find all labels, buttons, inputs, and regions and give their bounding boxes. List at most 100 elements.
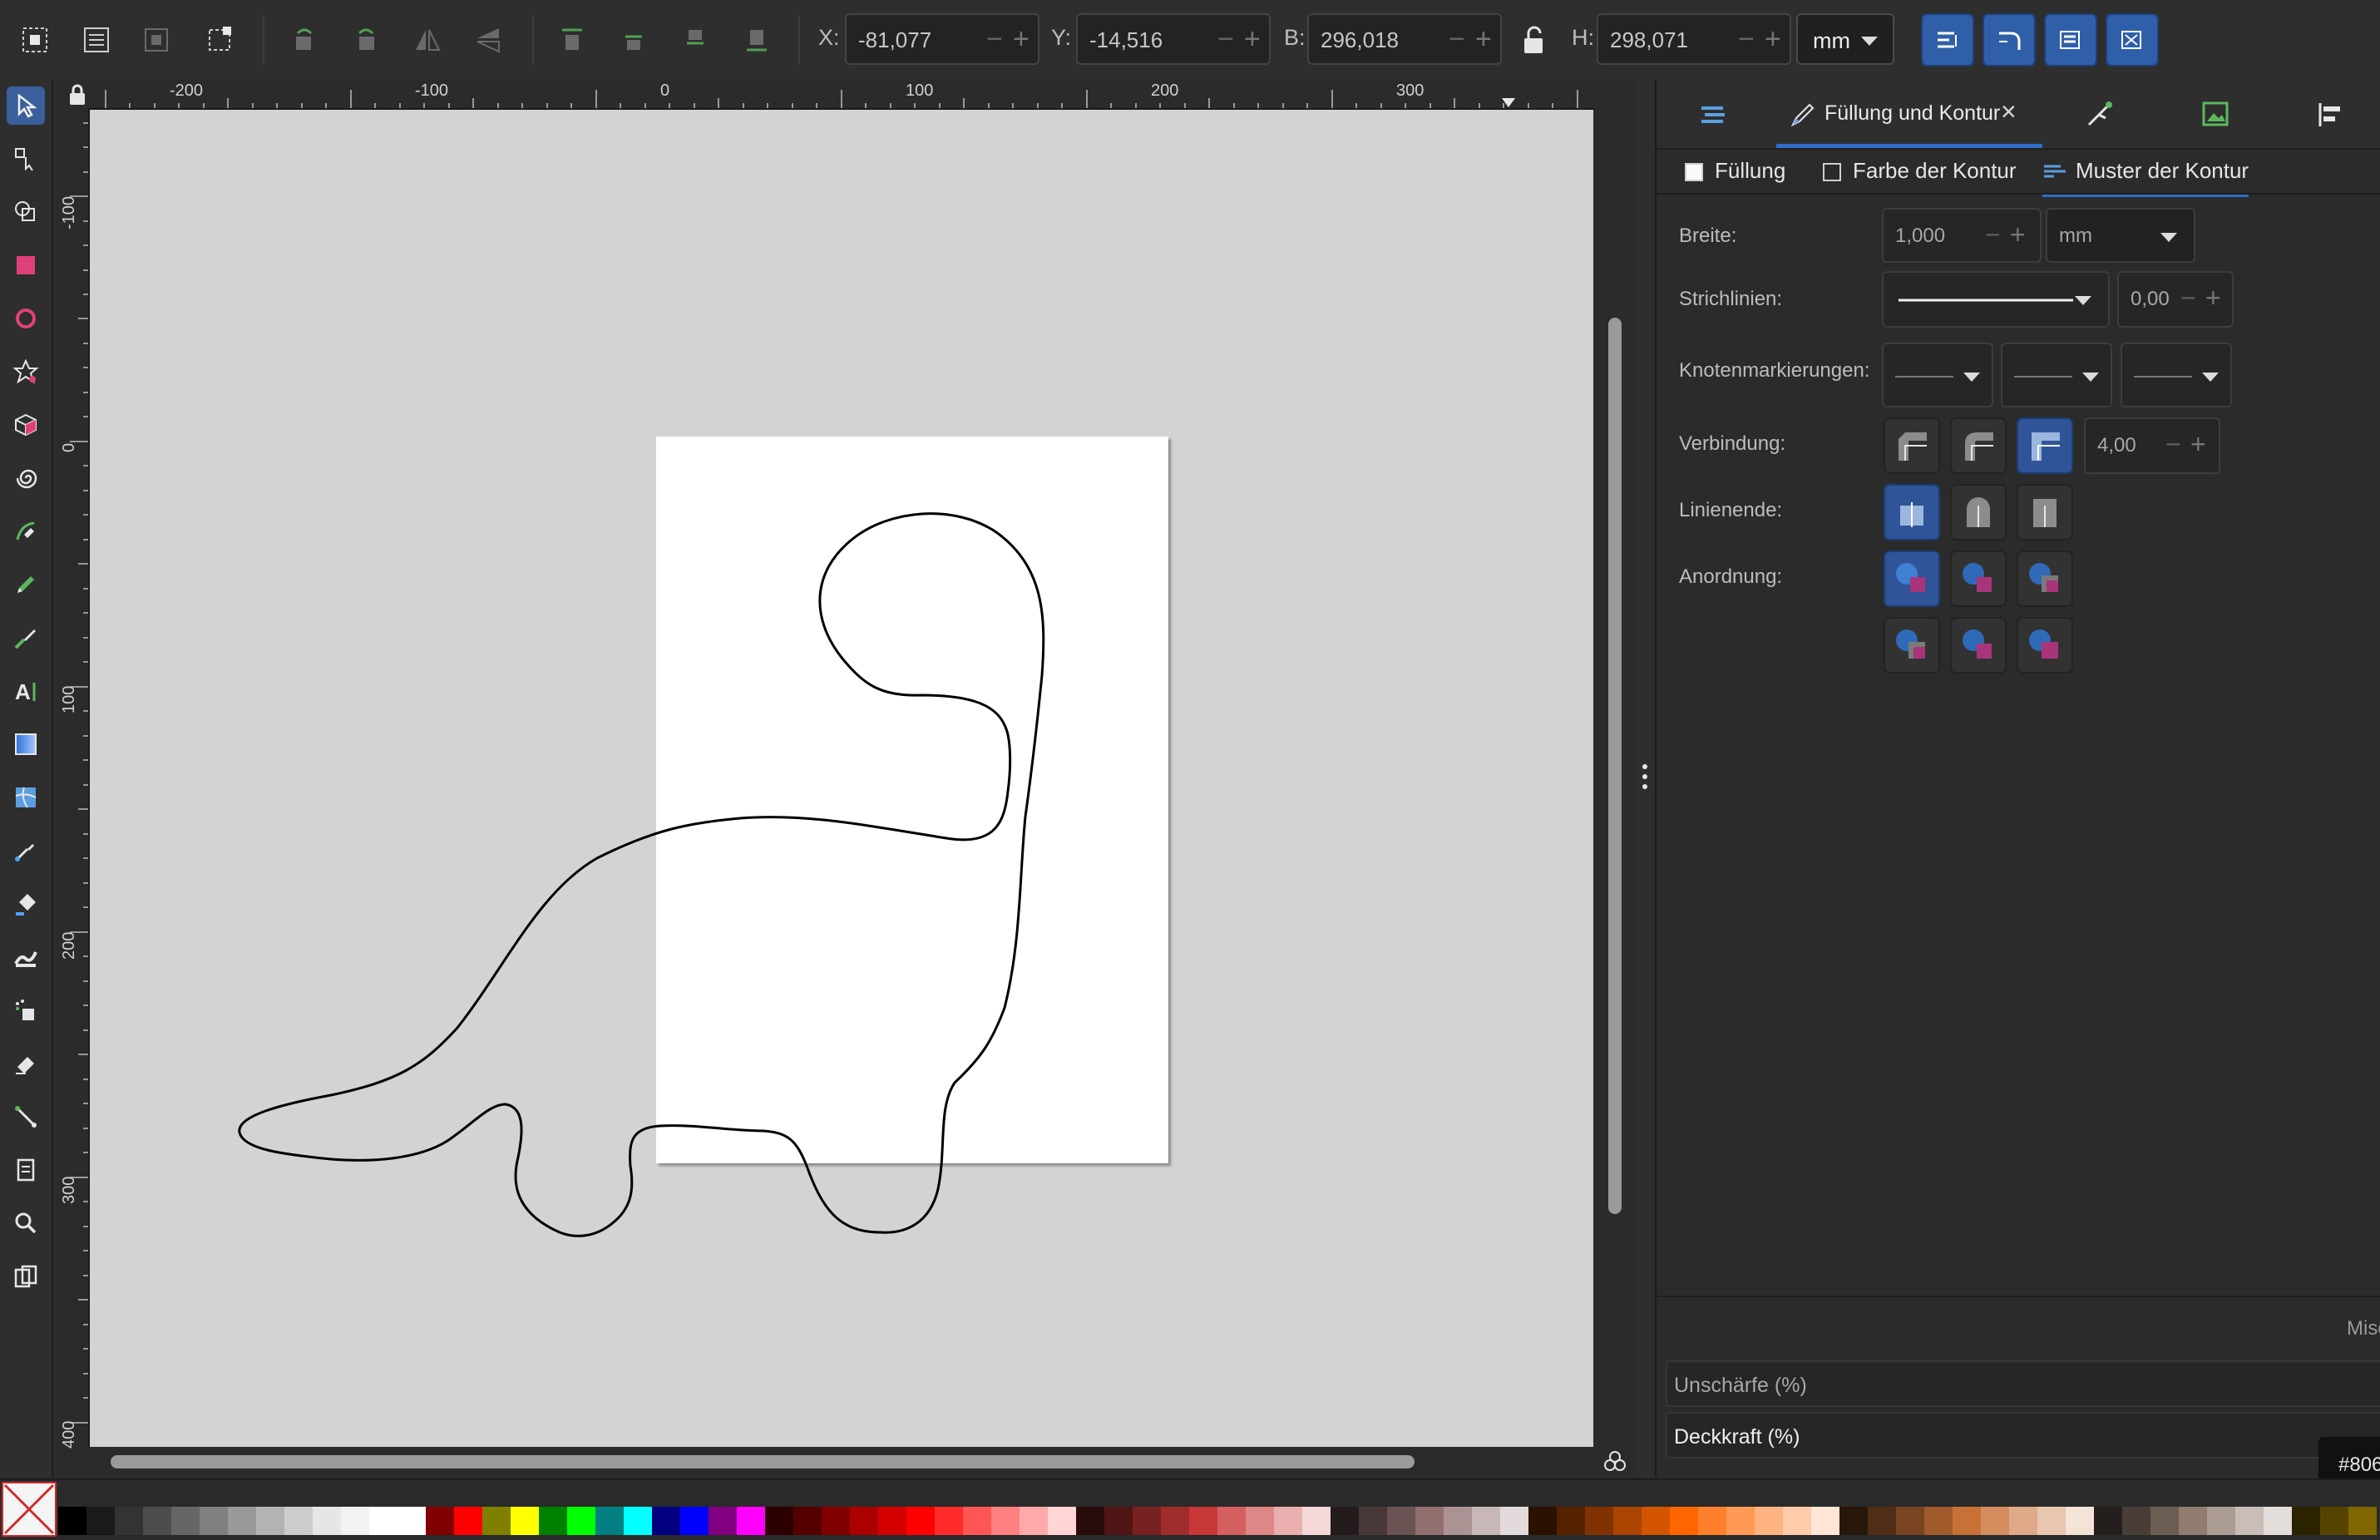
tab-xml-editor[interactable] <box>2049 80 2149 148</box>
color-swatch[interactable] <box>1302 1507 1331 1535</box>
color-swatch[interactable] <box>454 1507 482 1535</box>
raise-icon[interactable] <box>610 17 657 63</box>
scale-stroke-icon[interactable] <box>1921 13 1974 67</box>
color-swatch[interactable] <box>1613 1507 1642 1535</box>
x-input[interactable]: -81,077 − + <box>845 13 1039 65</box>
mesh-tool-icon[interactable] <box>7 778 45 817</box>
start-marker-select[interactable] <box>1882 343 1993 407</box>
color-swatch[interactable] <box>1698 1507 1726 1535</box>
color-swatch[interactable] <box>58 1507 86 1535</box>
pencil-tool-icon[interactable] <box>7 565 45 604</box>
color-swatch[interactable] <box>2150 1507 2179 1535</box>
close-icon[interactable]: × <box>2001 96 2017 127</box>
stroke-width-decrement[interactable]: − <box>1985 221 2001 248</box>
no-paint-swatch[interactable] <box>2 1482 57 1537</box>
color-swatch[interactable] <box>539 1507 567 1535</box>
color-swatch[interactable] <box>86 1507 115 1535</box>
color-swatch[interactable] <box>369 1507 397 1535</box>
color-swatch[interactable] <box>2066 1507 2094 1535</box>
miter-limit-decrement[interactable]: − <box>2165 431 2181 457</box>
order-fill-stroke-markers-button[interactable] <box>1884 550 1940 607</box>
color-swatch[interactable] <box>595 1507 624 1535</box>
color-swatch[interactable] <box>1444 1507 1472 1535</box>
color-swatch[interactable] <box>991 1507 1020 1535</box>
blur-field[interactable]: Unschärfe (%) <box>1666 1360 2380 1407</box>
color-swatch[interactable] <box>1981 1507 2009 1535</box>
color-swatch[interactable] <box>1783 1507 1811 1535</box>
color-swatch[interactable] <box>2094 1507 2122 1535</box>
transform-handles-icon[interactable] <box>196 17 243 63</box>
color-swatch[interactable] <box>2264 1507 2292 1535</box>
color-swatch[interactable] <box>284 1507 313 1535</box>
color-swatch[interactable] <box>1839 1507 1868 1535</box>
miter-limit-input[interactable]: 4,00 − + <box>2084 417 2220 474</box>
box-3d-tool-icon[interactable] <box>7 406 45 444</box>
color-swatch[interactable] <box>1076 1507 1104 1535</box>
lock-guides-icon[interactable] <box>67 83 88 106</box>
color-swatch[interactable] <box>313 1507 341 1535</box>
color-swatch[interactable] <box>2348 1507 2377 1535</box>
color-management-icon[interactable] <box>1597 1447 1633 1477</box>
color-swatch[interactable] <box>1896 1507 1924 1535</box>
tab-fill-and-stroke[interactable]: Füllung und Kontur × <box>1776 80 2042 148</box>
tab-layers[interactable] <box>1657 80 1770 148</box>
color-swatch[interactable] <box>228 1507 256 1535</box>
width-increment[interactable]: + <box>1475 25 1492 53</box>
horizontal-scrollbar-thumb[interactable] <box>111 1455 1415 1468</box>
rectangle-tool-icon[interactable] <box>7 246 45 284</box>
color-swatch[interactable] <box>511 1507 539 1535</box>
order-stroke-markers-fill-button[interactable] <box>1950 617 2007 674</box>
color-swatch[interactable] <box>143 1507 171 1535</box>
color-swatch[interactable] <box>1387 1507 1415 1535</box>
deselect-icon[interactable] <box>133 17 180 63</box>
color-swatch[interactable] <box>822 1507 850 1535</box>
color-swatch[interactable] <box>935 1507 963 1535</box>
order-fill-markers-stroke-button[interactable] <box>2017 550 2073 607</box>
select-all-icon[interactable] <box>12 17 58 63</box>
width-input[interactable]: 296,018 − + <box>1307 13 1502 65</box>
color-swatch[interactable] <box>2320 1507 2348 1535</box>
color-swatch[interactable] <box>906 1507 935 1535</box>
pages-tool-icon[interactable] <box>7 1151 45 1189</box>
selector-tool-icon[interactable] <box>7 86 45 125</box>
color-swatch[interactable] <box>709 1507 737 1535</box>
color-swatch[interactable] <box>1020 1507 1048 1535</box>
color-swatch[interactable] <box>482 1507 511 1535</box>
bevel-join-button[interactable] <box>1884 417 1940 474</box>
gradient-tool-icon[interactable] <box>7 725 45 763</box>
color-swatch[interactable] <box>171 1507 200 1535</box>
dropper-tool-icon[interactable] <box>7 832 45 870</box>
square-cap-button[interactable] <box>2017 484 2073 540</box>
dock-splitter[interactable] <box>1635 80 1655 1477</box>
color-swatch[interactable] <box>1415 1507 1444 1535</box>
color-swatch[interactable] <box>567 1507 595 1535</box>
scale-corners-icon[interactable] <box>1983 13 2036 67</box>
lock-ratio-icon[interactable] <box>1522 25 1547 55</box>
spiral-tool-icon[interactable] <box>7 459 45 497</box>
color-swatch[interactable] <box>1953 1507 1981 1535</box>
dash-pattern-select[interactable] <box>1882 271 2110 328</box>
subtab-fill[interactable]: Füllung <box>1685 158 1785 188</box>
color-swatch[interactable] <box>397 1507 426 1535</box>
color-swatch[interactable] <box>1868 1507 1896 1535</box>
connector-tool-icon[interactable] <box>7 1098 45 1136</box>
dinosaur-path[interactable] <box>90 110 1593 1447</box>
opacity-field[interactable]: Deckkraft (%) <box>1666 1412 2380 1459</box>
color-swatch[interactable] <box>1585 1507 1613 1535</box>
order-stroke-fill-markers-button[interactable] <box>1950 550 2007 607</box>
subtab-stroke-style[interactable]: Muster der Kontur <box>2042 158 2249 197</box>
measure-tool-icon[interactable] <box>7 1257 45 1296</box>
color-swatch[interactable] <box>1161 1507 1189 1535</box>
color-swatch[interactable] <box>115 1507 143 1535</box>
color-swatch[interactable] <box>1500 1507 1528 1535</box>
zoom-tool-icon[interactable] <box>7 1204 45 1242</box>
color-swatch[interactable] <box>765 1507 793 1535</box>
dash-offset-increment[interactable]: + <box>2205 284 2221 311</box>
blend-mode-label[interactable]: Misc <box>2347 1317 2380 1340</box>
calligraphy-tool-icon[interactable] <box>7 619 45 657</box>
width-decrement[interactable]: − <box>1449 25 1465 53</box>
rotate-cw-icon[interactable] <box>343 17 389 63</box>
color-swatch[interactable] <box>1133 1507 1161 1535</box>
lower-to-bottom-icon[interactable] <box>733 17 780 63</box>
color-swatch[interactable] <box>1755 1507 1783 1535</box>
